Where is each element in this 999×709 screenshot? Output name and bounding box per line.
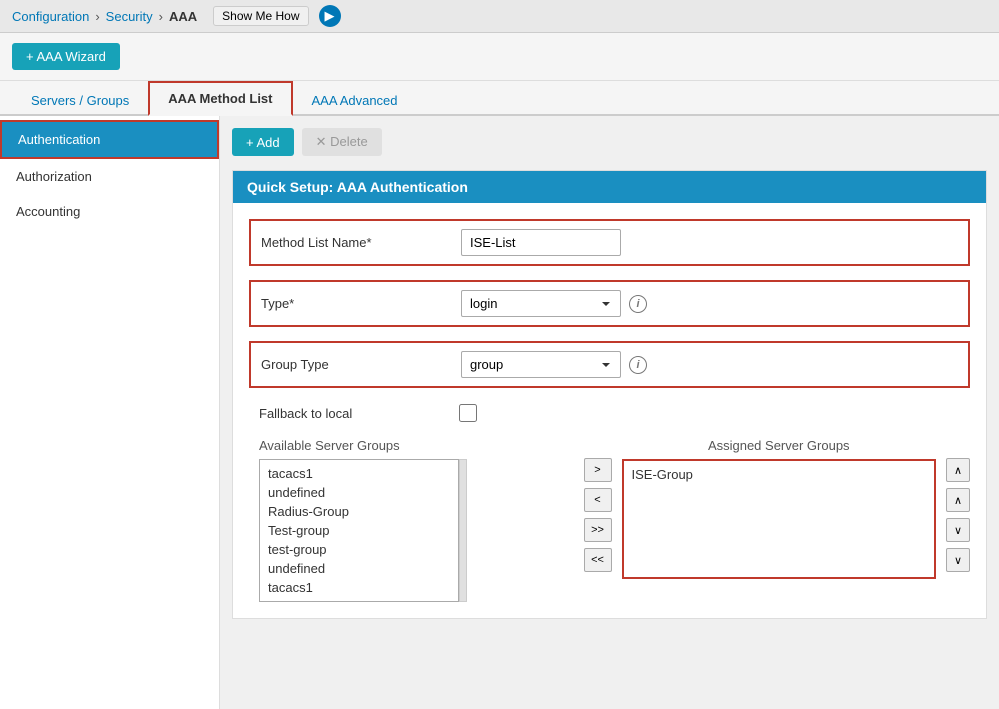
list-item[interactable]: Test-group bbox=[264, 521, 454, 540]
list-item[interactable]: undefined bbox=[264, 559, 454, 578]
show-me-how-arrow[interactable]: ▶ bbox=[319, 5, 341, 27]
move-right-button[interactable]: > bbox=[584, 458, 612, 482]
add-button[interactable]: + Add bbox=[232, 128, 294, 156]
quick-setup-panel: Quick Setup: AAA Authentication Method L… bbox=[232, 170, 987, 619]
show-me-how-button[interactable]: Show Me How bbox=[213, 6, 308, 26]
list-item[interactable]: undefined bbox=[264, 483, 454, 502]
move-left-button[interactable]: < bbox=[584, 488, 612, 512]
aaa-wizard-button[interactable]: + AAA Wizard bbox=[12, 43, 120, 70]
tabs-bar: Servers / Groups AAA Method List AAA Adv… bbox=[0, 81, 999, 116]
server-groups-section: Available Server Groups tacacs1 undefine… bbox=[249, 438, 970, 602]
content: + Add ✕ Delete Quick Setup: AAA Authenti… bbox=[220, 116, 999, 709]
assigned-server-groups-box: Assigned Server Groups ISE-Group bbox=[622, 438, 937, 579]
list-item[interactable]: tacacs1 bbox=[264, 578, 454, 597]
main-layout: Authentication Authorization Accounting … bbox=[0, 116, 999, 709]
method-list-name-input[interactable] bbox=[461, 229, 621, 256]
action-bar: + Add ✕ Delete bbox=[232, 128, 987, 156]
order-down-button[interactable]: ∨ bbox=[946, 518, 970, 542]
delete-button[interactable]: ✕ Delete bbox=[302, 128, 382, 156]
sidebar: Authentication Authorization Accounting bbox=[0, 116, 220, 709]
list-item[interactable]: Radius-Group bbox=[264, 502, 454, 521]
available-server-groups-box: Available Server Groups tacacs1 undefine… bbox=[259, 438, 574, 602]
fallback-label: Fallback to local bbox=[259, 406, 459, 421]
method-list-name-row: Method List Name* bbox=[249, 219, 970, 266]
fallback-checkbox[interactable] bbox=[459, 404, 477, 422]
fallback-row: Fallback to local bbox=[249, 402, 970, 424]
tab-servers-groups[interactable]: Servers / Groups bbox=[12, 84, 148, 116]
list-item[interactable]: test-group bbox=[264, 540, 454, 559]
quick-setup-title: Quick Setup: AAA Authentication bbox=[233, 171, 986, 203]
assigned-server-groups-list[interactable]: ISE-Group bbox=[622, 459, 937, 579]
group-type-select[interactable]: group if-authenticated krb5 local none bbox=[461, 351, 621, 378]
move-all-right-button[interactable]: >> bbox=[584, 518, 612, 542]
quick-setup-body: Method List Name* Type* login enable ppp… bbox=[233, 203, 986, 618]
order-top-button[interactable]: ∧ bbox=[946, 458, 970, 482]
breadcrumb-aaa: AAA bbox=[169, 9, 197, 24]
group-type-row: Group Type group if-authenticated krb5 l… bbox=[249, 341, 970, 388]
list-scrollbar[interactable] bbox=[459, 459, 467, 602]
list-item[interactable]: ISE-Group bbox=[628, 465, 931, 484]
method-list-name-label: Method List Name* bbox=[261, 235, 461, 250]
transfer-buttons: > < >> << bbox=[584, 438, 612, 572]
type-row: Type* login enable ppp dot1x i bbox=[249, 280, 970, 327]
tab-aaa-method-list[interactable]: AAA Method List bbox=[148, 81, 292, 116]
type-info-icon[interactable]: i bbox=[629, 295, 647, 313]
breadcrumb: Configuration › Security › AAA Show Me H… bbox=[0, 0, 999, 33]
order-buttons: ∧ ∧ ∨ ∨ bbox=[946, 438, 970, 572]
tab-aaa-advanced[interactable]: AAA Advanced bbox=[293, 84, 417, 116]
type-label: Type* bbox=[261, 296, 461, 311]
available-server-groups-label: Available Server Groups bbox=[259, 438, 574, 453]
assigned-server-groups-label: Assigned Server Groups bbox=[622, 438, 937, 453]
toolbar: + AAA Wizard bbox=[0, 33, 999, 81]
group-type-info-icon[interactable]: i bbox=[629, 356, 647, 374]
group-type-label: Group Type bbox=[261, 357, 461, 372]
sidebar-item-authorization[interactable]: Authorization bbox=[0, 159, 219, 194]
sidebar-item-accounting[interactable]: Accounting bbox=[0, 194, 219, 229]
list-item[interactable]: tacacs1 bbox=[264, 464, 454, 483]
sidebar-item-authentication[interactable]: Authentication bbox=[0, 120, 219, 159]
type-select[interactable]: login enable ppp dot1x bbox=[461, 290, 621, 317]
breadcrumb-sep1: › bbox=[95, 9, 99, 24]
breadcrumb-security[interactable]: Security bbox=[106, 9, 153, 24]
move-all-left-button[interactable]: << bbox=[584, 548, 612, 572]
available-server-groups-list[interactable]: tacacs1 undefined Radius-Group Test-grou… bbox=[259, 459, 459, 602]
breadcrumb-sep2: › bbox=[159, 9, 163, 24]
breadcrumb-configuration[interactable]: Configuration bbox=[12, 9, 89, 24]
order-bottom-button[interactable]: ∨ bbox=[946, 548, 970, 572]
order-up-button[interactable]: ∧ bbox=[946, 488, 970, 512]
